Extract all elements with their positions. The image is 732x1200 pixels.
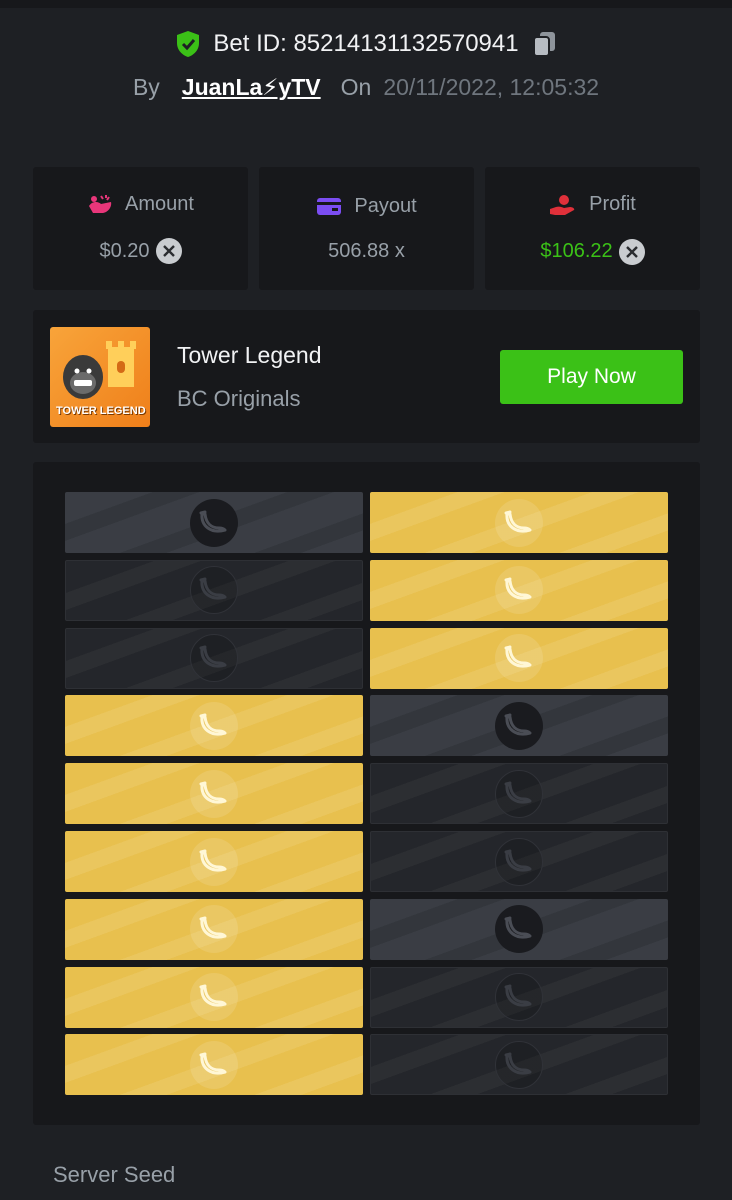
banana-icon (495, 973, 543, 1022)
profit-label: Profit (589, 193, 636, 215)
payout-label: Payout (354, 194, 417, 217)
tower-tile (370, 492, 668, 553)
tower-tile (65, 559, 363, 621)
profit-hand-icon (550, 194, 575, 215)
banana-icon (495, 905, 543, 954)
tower-tile (65, 831, 363, 892)
game-card: TOWER LEGEND Tower Legend BC Originals P… (33, 310, 700, 443)
payout-card: Payout 506.88 x (259, 167, 474, 290)
thumbnail-logo-text: TOWER LEGEND (56, 405, 146, 417)
tower-tile (370, 831, 668, 892)
banana-icon (495, 837, 543, 886)
amount-value: $0.20 (99, 239, 150, 262)
banana-icon (190, 566, 238, 615)
banana-icon (190, 498, 238, 547)
banana-icon (190, 905, 238, 954)
banana-icon (495, 498, 543, 547)
profit-card: Profit $106.22 (485, 167, 700, 290)
tower-tile (370, 559, 668, 621)
bet-datetime: 20/11/2022, 12:05:32 (383, 74, 600, 100)
banana-icon (495, 566, 543, 615)
card-icon (317, 198, 342, 215)
bet-id-row: Bet ID: 85214131132570941 (0, 30, 732, 58)
tower-tile (65, 1034, 363, 1096)
banana-icon (190, 1040, 238, 1089)
amount-card: Amount $0.20 (33, 167, 248, 290)
copy-icon[interactable] (531, 30, 557, 58)
xrp-coin-icon (618, 238, 645, 265)
tower-tile (370, 695, 668, 757)
tower-tile (370, 898, 668, 960)
by-label: By (132, 74, 160, 100)
banana-icon (495, 1040, 543, 1089)
banana-icon (190, 973, 238, 1022)
banana-icon (190, 837, 238, 886)
bet-id: Bet ID: 85214131132570941 (213, 30, 519, 57)
on-label: On (340, 74, 372, 100)
tower-tile (65, 898, 363, 960)
bet-author-row: By JuanLa⚡yTV On 20/11/2022, 12:05:32 (0, 74, 732, 101)
tower-tile (65, 492, 363, 553)
tower-tile (65, 966, 363, 1028)
banana-icon (495, 701, 543, 750)
banana-icon (495, 769, 543, 818)
tower-tile (370, 763, 668, 825)
profit-value: $106.22 (540, 240, 613, 262)
amount-icon (89, 194, 112, 213)
amount-label: Amount (125, 193, 194, 215)
tower-tile (370, 1034, 668, 1096)
shield-check-icon (177, 31, 200, 57)
tower-tile (65, 763, 363, 825)
xrp-coin-icon (155, 238, 182, 264)
tower-tile (65, 695, 363, 757)
server-seed-label: Server Seed (53, 1162, 176, 1187)
game-thumbnail[interactable]: TOWER LEGEND (50, 327, 150, 427)
banana-icon (190, 634, 238, 683)
banana-icon (495, 634, 543, 683)
payout-value: 506.88 x (328, 239, 405, 262)
game-provider: BC Originals (177, 386, 301, 411)
tower-tile (370, 627, 668, 689)
banana-icon (190, 769, 238, 818)
tower-board (33, 462, 700, 1125)
play-now-button[interactable]: Play Now (500, 350, 683, 404)
game-title: Tower Legend (177, 342, 322, 368)
tower-tile (65, 627, 363, 689)
username-link[interactable]: JuanLa⚡yTV (182, 74, 321, 101)
tower-tile (370, 966, 668, 1028)
top-bar (0, 0, 732, 8)
stats-row: Amount $0.20 Payout 506.88 x Profit $106… (33, 167, 700, 290)
banana-icon (190, 701, 238, 750)
